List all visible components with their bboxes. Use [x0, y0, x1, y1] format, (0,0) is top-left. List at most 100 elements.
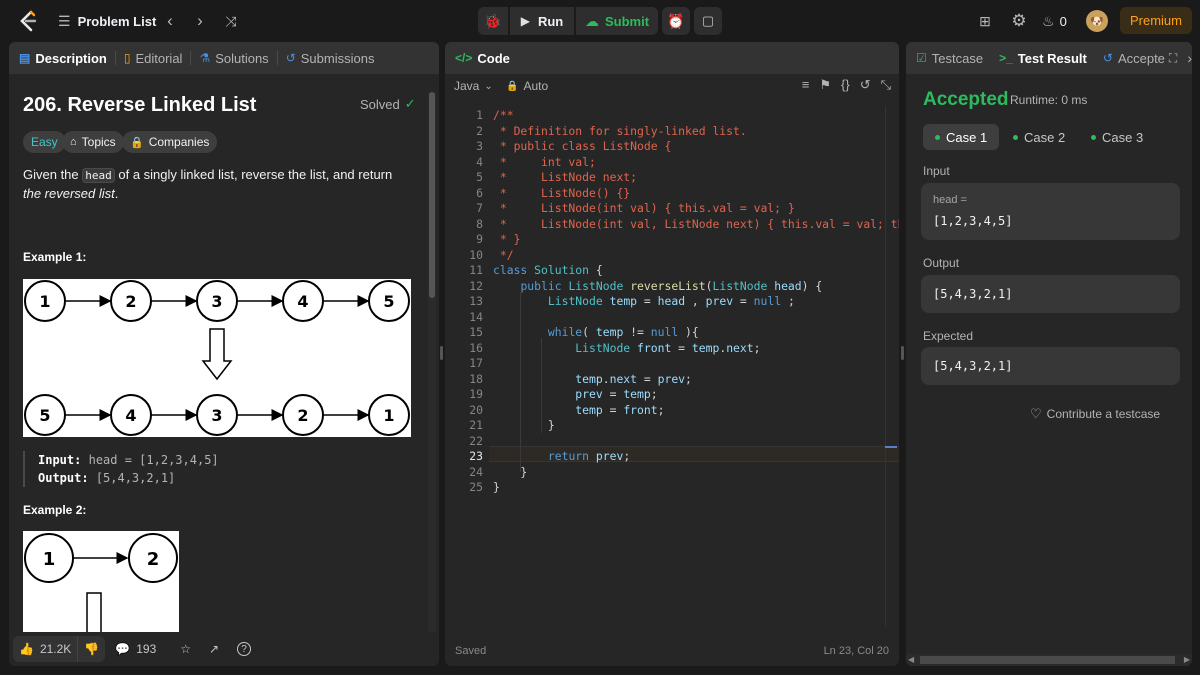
flame-icon: ♨	[1042, 12, 1055, 29]
debug-button[interactable]: 🐞	[478, 7, 508, 35]
code-line[interactable]: 18 temp.next = prev;	[445, 372, 899, 388]
leetcode-logo[interactable]	[16, 9, 40, 33]
like-button[interactable]: 👍 21.2K	[13, 636, 78, 662]
code-line[interactable]: 12 public ListNode reverseList(ListNode …	[445, 279, 899, 295]
case-tab-3[interactable]: Case 3	[1079, 124, 1155, 150]
help-icon[interactable]: ?	[237, 642, 252, 656]
statement-text: .	[114, 186, 119, 201]
tab-editorial[interactable]: ▯ Editorial	[116, 42, 191, 74]
code-line[interactable]: 16 ListNode front = temp.next;	[445, 341, 899, 357]
companies-button[interactable]: 🔒 Companies	[122, 131, 218, 153]
tab-testcase[interactable]: ☑ Testcase	[906, 42, 991, 74]
code-line[interactable]: 9 * }	[445, 232, 899, 248]
code-line[interactable]: 17	[445, 356, 899, 372]
code-line[interactable]: 6 * ListNode() {}	[445, 186, 899, 202]
case-status-dot	[1091, 134, 1096, 140]
resize-handle-left[interactable]	[440, 346, 443, 360]
code-line[interactable]: 1 /**	[445, 108, 899, 124]
code-line[interactable]: 24 }	[445, 465, 899, 481]
avatar[interactable]: 🐶	[1086, 10, 1108, 32]
code-line[interactable]: 7 * ListNode(int val) { this.val = val; …	[445, 201, 899, 217]
line-number: 4	[476, 154, 483, 169]
code-line[interactable]: 15 while( temp != null ){	[445, 325, 899, 341]
case-tab-1[interactable]: Case 1	[923, 124, 1000, 150]
notes-button[interactable]: ▢	[694, 7, 722, 35]
share-icon[interactable]: ↗	[209, 642, 219, 656]
tag-icon: ⌂	[70, 136, 77, 148]
code-line[interactable]: 2 * Definition for singly-linked list.	[445, 124, 899, 140]
expand-icon[interactable]: ⤡	[881, 77, 891, 93]
top-bar: ☰ Problem List ‹ › ⤨ 🐞 ▶ Run ☁ Submit ⏰ …	[0, 0, 1200, 42]
code-editor[interactable]: 1 /** 2 * Definition for singly-linked lis…	[445, 106, 899, 626]
code-line[interactable]: 13 ListNode temp = head , prev = null ;	[445, 294, 899, 310]
lock-icon: 🔒	[506, 80, 519, 92]
topics-button[interactable]: ⌂ Topics	[62, 131, 124, 153]
submit-button[interactable]: ☁ Submit	[576, 7, 658, 35]
code-text: while( temp != null ){	[547, 325, 699, 339]
description-scrollbar[interactable]	[428, 92, 436, 652]
code-line[interactable]: 8 * ListNode(int val, ListNode next) { t…	[445, 217, 899, 233]
inline-code-head: head	[82, 168, 115, 183]
list-node-label: 5	[39, 406, 50, 425]
next-problem-icon[interactable]: ›	[190, 10, 210, 32]
maximize-icon[interactable]: ⛶	[1169, 51, 1177, 66]
dislike-button[interactable]: 👎	[77, 636, 106, 662]
comment-icon: 💬	[115, 642, 131, 656]
scrollbar-thumb[interactable]	[920, 656, 1175, 664]
line-number: 2	[476, 123, 483, 138]
streak-counter[interactable]: ♨ 0	[1042, 10, 1067, 32]
code-line[interactable]: 14	[445, 310, 899, 326]
code-text: * int val;	[493, 154, 596, 169]
tab-test-result[interactable]: >_ Test Result	[991, 42, 1095, 74]
example2-diagram: 1 2	[23, 531, 179, 637]
scroll-left-icon[interactable]: ◀	[908, 655, 914, 664]
bookmark-icon[interactable]: ⚑	[819, 77, 831, 93]
case-tab-2[interactable]: Case 2	[1001, 124, 1077, 150]
example1-output: Output: [5,4,3,2,1]	[38, 469, 219, 487]
premium-button[interactable]: Premium	[1120, 7, 1192, 34]
code-line[interactable]: 10 */	[445, 248, 899, 264]
code-line[interactable]: 5 * ListNode next;	[445, 170, 899, 186]
tab-description[interactable]: ▤ Description	[9, 42, 115, 74]
code-text: temp = front;	[575, 402, 665, 417]
resize-handle-right[interactable]	[901, 346, 904, 360]
contribute-testcase-link[interactable]: ♡ Contribute a testcase	[1030, 406, 1160, 422]
timer-button[interactable]: ⏰	[662, 7, 690, 35]
contribute-label: Contribute a testcase	[1046, 407, 1161, 421]
code-line[interactable]: 25}	[445, 480, 899, 496]
format-lines-icon[interactable]: ≡	[802, 77, 810, 93]
shuffle-icon[interactable]: ⤨	[220, 10, 242, 32]
code-line[interactable]: 3 * public class ListNode {	[445, 139, 899, 155]
braces-icon[interactable]: {}	[841, 77, 850, 93]
problem-list-button[interactable]: ☰ Problem List	[58, 10, 156, 32]
tab-solutions[interactable]: ⚗ Solutions	[191, 42, 276, 74]
comment-count: 193	[136, 642, 157, 656]
tab-editorial-label: Editorial	[135, 50, 183, 66]
comments-button[interactable]: 💬 193	[115, 642, 156, 656]
reset-icon[interactable]: ↺	[860, 77, 871, 93]
expected-box: [5,4,3,2,1]	[921, 347, 1180, 385]
settings-gear-icon[interactable]: ⚙	[1008, 10, 1030, 32]
code-line[interactable]: 19 prev = temp;	[445, 387, 899, 403]
run-button[interactable]: ▶ Run	[510, 7, 574, 35]
layout-grid-icon[interactable]: ⊞	[974, 10, 996, 32]
chevron-right-icon[interactable]: ›	[1187, 50, 1192, 66]
tab-code[interactable]: </> Code	[445, 42, 518, 74]
scrollbar-thumb[interactable]	[429, 92, 435, 298]
code-line[interactable]: 20 temp = front;	[445, 403, 899, 419]
tab-submissions[interactable]: ↺ Submissions	[278, 42, 383, 74]
input-label: Input:	[38, 453, 82, 467]
autocomplete-mode[interactable]: 🔒 Auto	[506, 79, 548, 93]
language-select[interactable]: Java ⌄	[454, 79, 493, 93]
code-line[interactable]: 11 class Solution {	[445, 263, 899, 279]
code-line[interactable]: 23 return prev;	[445, 449, 899, 465]
code-line[interactable]: 22	[445, 434, 899, 450]
scroll-right-icon[interactable]: ▶	[1184, 655, 1190, 664]
code-line[interactable]: 4 * int val;	[445, 155, 899, 171]
prev-problem-icon[interactable]: ‹	[160, 10, 180, 32]
tab-accepted[interactable]: ↺ Accepte	[1095, 42, 1167, 74]
code-line[interactable]: 21 }	[445, 418, 899, 434]
horizontal-scrollbar[interactable]: ◀ ▶	[906, 654, 1192, 666]
list-node-label: 2	[125, 292, 136, 311]
favorite-star-icon[interactable]: ☆	[180, 642, 191, 656]
